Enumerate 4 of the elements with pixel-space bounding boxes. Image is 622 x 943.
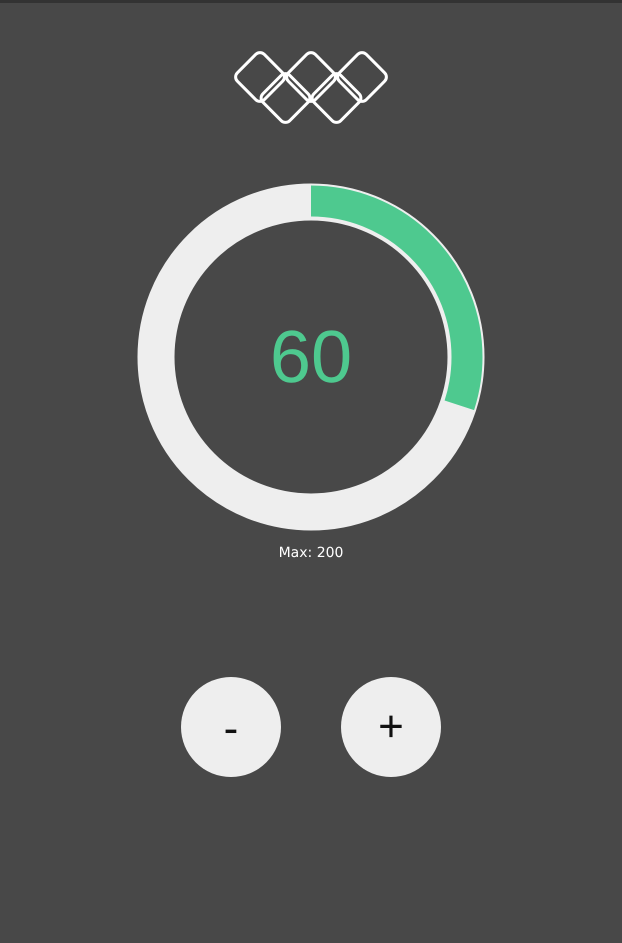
- max-label: Max: 200: [278, 545, 344, 561]
- increment-button[interactable]: +: [341, 677, 441, 777]
- decrement-button[interactable]: -: [181, 677, 281, 777]
- counter-value: 60: [270, 320, 352, 394]
